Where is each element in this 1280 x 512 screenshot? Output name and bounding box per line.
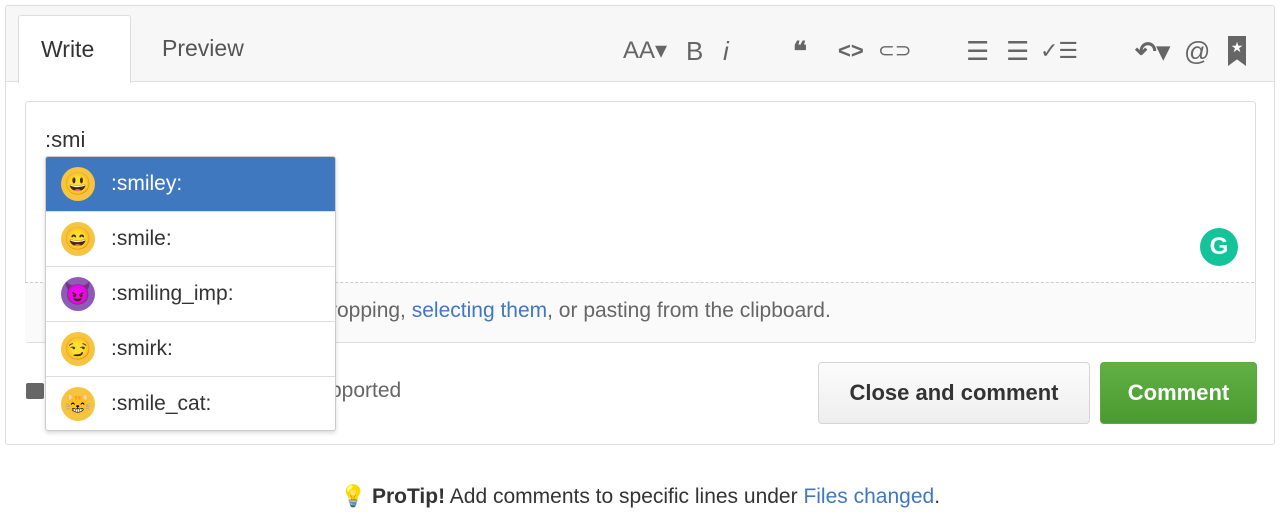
protip-label: ProTip! bbox=[371, 485, 446, 508]
tab-write[interactable]: Write bbox=[18, 15, 131, 83]
item-label: :smile_cat: bbox=[111, 392, 212, 415]
markdown-supported-text[interactable]: pported bbox=[330, 379, 401, 403]
lightbulb-icon: 💡 bbox=[339, 485, 367, 508]
emoji-icon: 😏 bbox=[61, 332, 95, 366]
emoji-autocomplete: 😃 :smiley: 😄 :smile: 😈 :smiling_imp: 😏 :smir… bbox=[45, 156, 336, 431]
close-and-comment-button[interactable]: Close and comment bbox=[818, 362, 1090, 424]
attach-text-start: ropping, bbox=[330, 299, 406, 322]
item-label: :smirk: bbox=[111, 337, 173, 360]
italic-icon[interactable]: i bbox=[723, 36, 729, 66]
protip: 💡 ProTip! Add comments to specific lines… bbox=[0, 485, 1280, 509]
grammarly-icon[interactable]: G bbox=[1200, 228, 1238, 266]
bold-icon[interactable]: B bbox=[686, 36, 703, 66]
link-icon[interactable]: ⊂⊃ bbox=[878, 36, 912, 66]
task-list-icon[interactable]: ✓☰ bbox=[1040, 36, 1078, 66]
autocomplete-item[interactable]: 😃 :smiley: bbox=[46, 157, 335, 212]
attach-text-end: , or pasting from the clipboard. bbox=[547, 299, 831, 322]
reply-icon[interactable]: ↶▾ bbox=[1135, 36, 1170, 66]
markdown-icon bbox=[26, 383, 44, 399]
unordered-list-icon[interactable]: ☰ bbox=[966, 36, 989, 66]
item-label: :smiley: bbox=[111, 172, 183, 195]
autocomplete-item[interactable]: 😈 :smiling_imp: bbox=[46, 267, 335, 322]
select-files-link[interactable]: selecting them bbox=[412, 299, 547, 322]
emoji-icon: 😃 bbox=[61, 167, 95, 201]
mention-icon[interactable]: @ bbox=[1184, 36, 1210, 66]
files-changed-link[interactable]: Files changed bbox=[803, 485, 934, 508]
protip-end: . bbox=[934, 485, 941, 508]
ordered-list-icon[interactable]: ☰ bbox=[1006, 36, 1029, 66]
heading-icon[interactable]: AA▾ bbox=[623, 36, 667, 66]
autocomplete-item[interactable]: 😏 :smirk: bbox=[46, 322, 335, 377]
protip-text: Add comments to specific lines under bbox=[445, 485, 804, 508]
quote-icon[interactable]: ❝ bbox=[793, 36, 807, 66]
autocomplete-item[interactable]: 😸 :smile_cat: bbox=[46, 377, 335, 430]
item-label: :smiling_imp: bbox=[111, 282, 234, 305]
emoji-icon: 😸 bbox=[61, 387, 95, 421]
textarea-value: :smi bbox=[45, 127, 86, 152]
emoji-icon: 😈 bbox=[61, 277, 95, 311]
emoji-icon: 😄 bbox=[61, 222, 95, 256]
attach-text: ropping, selecting them, or pasting from… bbox=[330, 299, 831, 323]
item-label: :smile: bbox=[111, 227, 172, 250]
code-icon[interactable]: <> bbox=[838, 36, 864, 66]
tab-preview[interactable]: Preview bbox=[140, 15, 266, 81]
comment-button[interactable]: Comment bbox=[1100, 362, 1257, 424]
autocomplete-item[interactable]: 😄 :smile: bbox=[46, 212, 335, 267]
